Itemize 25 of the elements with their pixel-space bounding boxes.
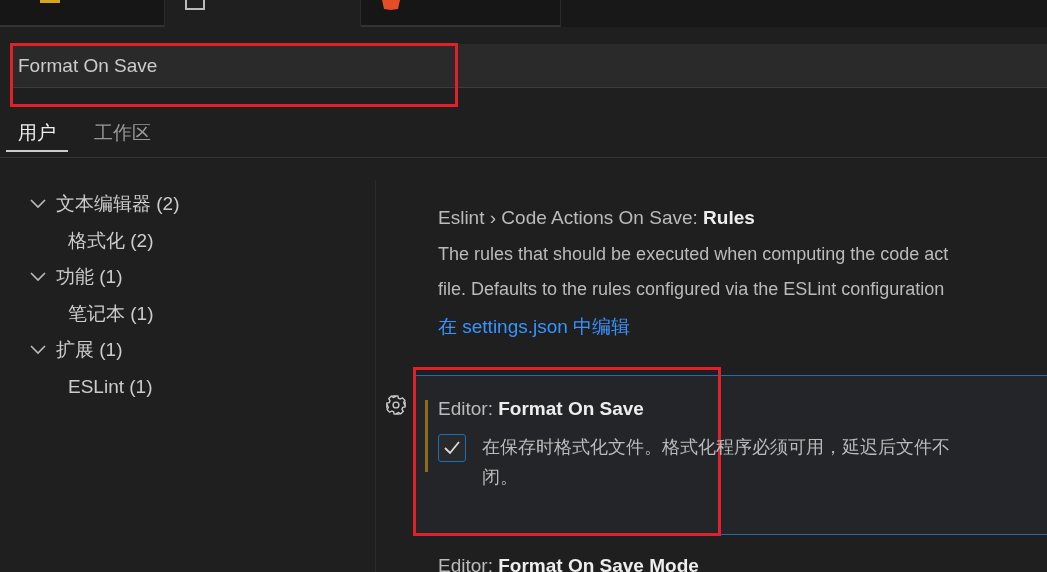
chevron-icon[interactable] (30, 199, 46, 210)
setting-title: Editor: Format On Save (438, 398, 645, 421)
settings-icon[interactable] (385, 394, 407, 416)
editor-tab[interactable] (361, 0, 561, 27)
edit-in-settings-json-link[interactable]: 在 settings.json 中编辑 (438, 316, 631, 337)
toc-item[interactable]: 文本编辑器 (2) (56, 191, 180, 218)
setting-description: 闭。 (482, 466, 519, 489)
setting-title: Editor: Format On Save Mode (438, 555, 700, 572)
html-file-icon (381, 0, 401, 10)
toc-item[interactable]: 笔记本 (1) (68, 300, 154, 327)
setting-description: file. Defaults to the rules configured via the ESLint configuration (438, 278, 946, 301)
search-field[interactable]: Format On Save (10, 44, 1047, 88)
setting-description: The rules that should be executed when computing the code act (438, 243, 950, 266)
toc-item[interactable]: 扩展 (1) (56, 337, 123, 364)
checkbox[interactable] (438, 434, 466, 462)
chevron-icon[interactable] (30, 272, 46, 283)
chevron-icon[interactable] (30, 345, 46, 356)
setting-title: Eslint › Code Actions On Save: Rules (438, 207, 756, 230)
scope-tab[interactable]: 用户 (6, 115, 68, 152)
script-file-icon (40, 0, 60, 4)
toc-item[interactable]: 功能 (1) (56, 264, 123, 291)
file-icon (185, 0, 205, 10)
toc-item[interactable]: 格式化 (2) (68, 227, 154, 254)
toc-item[interactable]: ESLint (1) (68, 375, 153, 398)
scope-tab[interactable]: 工作区 (82, 115, 163, 152)
